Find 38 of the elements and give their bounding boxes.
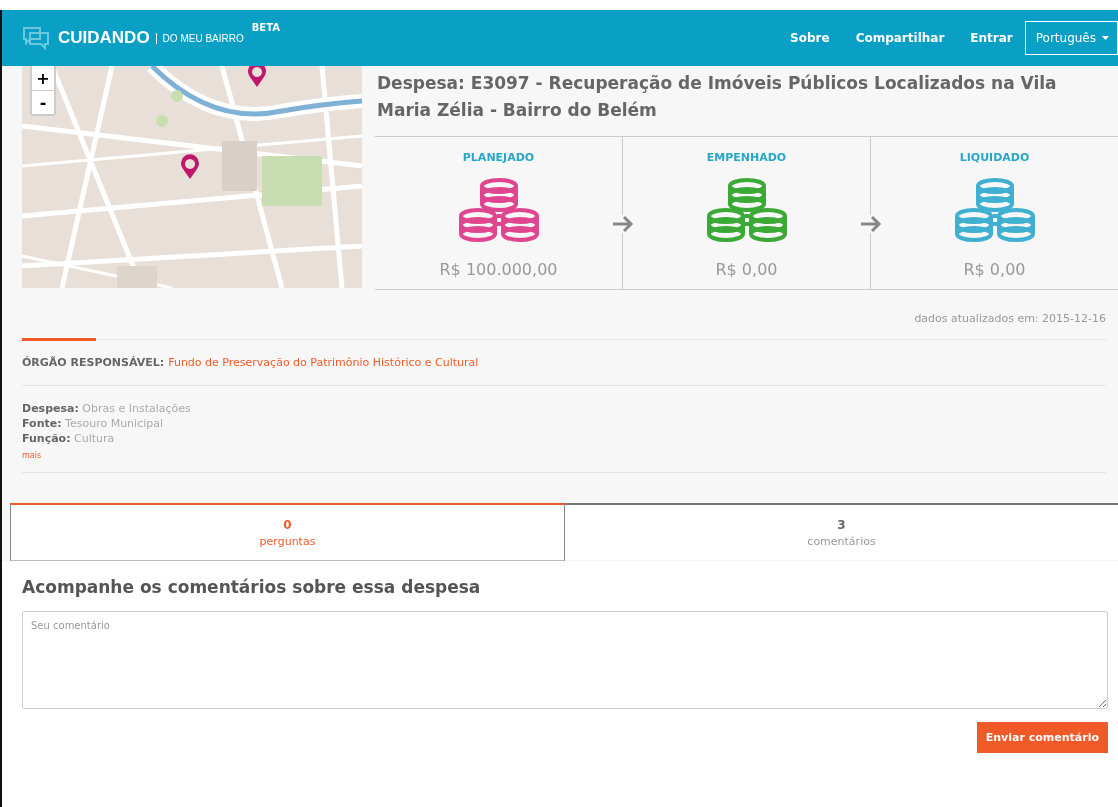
stage-amount: R$ 0,00 [715,260,778,279]
comment-field[interactable]: Seu comentário [22,611,1108,709]
expense-title: Despesa: E3097 - Recuperação de Imóveis Públicos Localizados na Vila Maria Zélia - Bairro do Belém [377,72,1058,122]
agency-link[interactable]: Fundo de Preservação do Patrimônio Histórico e Cultural [168,356,479,369]
detail-line: Fonte: Tesouro Municipal [22,417,164,430]
tab-label: perguntas [259,534,316,548]
stage-label: EMPENHADO [706,151,787,164]
more-link[interactable]: mais [22,451,42,460]
send-comment-button[interactable]: Enviar comentário [976,722,1108,753]
stage-label: LIQUIDADO [959,151,1030,164]
detail-line: Despesa: Obras e Instalações [22,402,192,415]
coins-icon [954,176,1035,244]
map-pin-icon[interactable] [247,66,267,88]
responsible-agency: ÓRGÃO RESPONSÁVEL: Fundo de Preservação do Patrimônio Histórico e Cultural [22,355,480,371]
tab[interactable]: 3 comentários [565,503,1118,560]
chat-bubbles-icon [22,26,50,50]
zoom-out-button[interactable]: - [32,90,54,114]
coins-icon [706,176,787,244]
tab-label: comentários [807,534,876,548]
stage-amount: R$ 0,00 [963,260,1026,279]
tab-count: 3 [837,517,846,532]
beta-label: BETA [251,22,280,33]
coins-icon [458,176,539,244]
comments-heading: Acompanhe os comentários sobre essa despesa [22,577,482,597]
caret-icon [1102,36,1109,40]
map-pin-icon[interactable] [180,154,200,180]
tab[interactable]: 0 perguntas [10,503,565,561]
nav-link[interactable]: Sobre [790,31,830,45]
nav-link[interactable]: Compartilhar [855,31,945,45]
nav-link[interactable]: Entrar [970,31,1013,45]
stage-amount: R$ 100.000,00 [439,260,558,279]
logo-text[interactable]: CUIDANDO [58,28,150,48]
language-dropdown[interactable]: Português [1024,21,1118,55]
tab-count: 0 [283,517,292,532]
stage-label: PLANEJADO [462,151,535,164]
update-date: dados atualizados em: 2015-12-16 [914,312,1106,325]
detail-line: Função: Cultura [22,432,116,445]
logo-subtitle: DO MEU BAIRRO [155,32,244,44]
